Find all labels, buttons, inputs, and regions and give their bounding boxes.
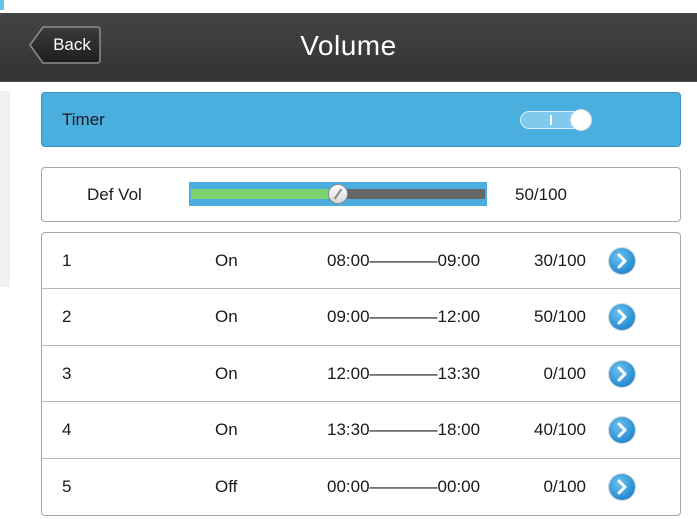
list-item[interactable]: 2 On 09:00————12:00 50/100 (42, 289, 680, 346)
volume-screen: Back Volume Timer Def Vol 50/100 1 On 08… (0, 0, 697, 519)
row-volume: 40/100 (534, 420, 586, 440)
row-state: On (215, 307, 238, 327)
row-state: Off (215, 476, 238, 496)
toggle-knob (570, 109, 592, 131)
row-number: 5 (62, 476, 72, 496)
row-number: 1 (62, 251, 72, 270)
list-item[interactable]: 3 On 12:00————13:30 0/100 (42, 346, 680, 403)
row-volume: 0/100 (543, 476, 586, 496)
side-divider (0, 91, 10, 287)
schedule-list: 1 On 08:00————09:00 30/100 2 On 09:00———… (41, 232, 681, 516)
row-time-range: 12:00————13:30 (327, 363, 481, 383)
row-time-range: 09:00————12:00 (327, 307, 481, 327)
chevron-right-circle-icon[interactable] (609, 248, 635, 274)
row-volume: 0/100 (543, 363, 586, 383)
timer-toggle[interactable] (520, 109, 594, 131)
row-time-range: 13:30————18:00 (327, 420, 481, 440)
slider-thumb[interactable] (328, 184, 348, 204)
chevron-right-circle-icon[interactable] (609, 304, 635, 331)
default-volume-label: Def Vol (87, 185, 142, 204)
row-time-range: 08:00————09:00 (327, 251, 481, 270)
row-state: On (215, 420, 238, 440)
edge-marker (0, 0, 4, 10)
slider-fill (191, 189, 338, 199)
timer-label: Timer (62, 110, 105, 129)
row-number: 4 (62, 420, 72, 440)
chevron-right-circle-icon[interactable] (609, 417, 635, 444)
toggle-on-mark (550, 115, 552, 125)
top-strip (0, 0, 697, 13)
row-state: On (215, 363, 238, 383)
timer-row: Timer (41, 92, 681, 147)
default-volume-slider[interactable] (189, 182, 487, 206)
row-number: 3 (62, 363, 72, 383)
header-bar: Back Volume (0, 13, 697, 82)
chevron-right-circle-icon[interactable] (609, 360, 635, 387)
row-volume: 50/100 (534, 307, 586, 327)
page-title: Volume (300, 30, 397, 61)
default-volume-row: Def Vol 50/100 (41, 167, 681, 222)
row-number: 2 (62, 307, 72, 327)
row-state: On (215, 251, 238, 270)
list-item[interactable]: 1 On 08:00————09:00 30/100 (42, 233, 680, 290)
list-item[interactable]: 5 Off 00:00————00:00 0/100 (42, 459, 680, 515)
row-time-range: 00:00————00:00 (327, 476, 481, 496)
chevron-right-circle-icon[interactable] (609, 473, 635, 500)
default-volume-value: 50/100 (515, 185, 567, 204)
list-item[interactable]: 4 On 13:30————18:00 40/100 (42, 402, 680, 459)
row-volume: 30/100 (534, 251, 586, 270)
